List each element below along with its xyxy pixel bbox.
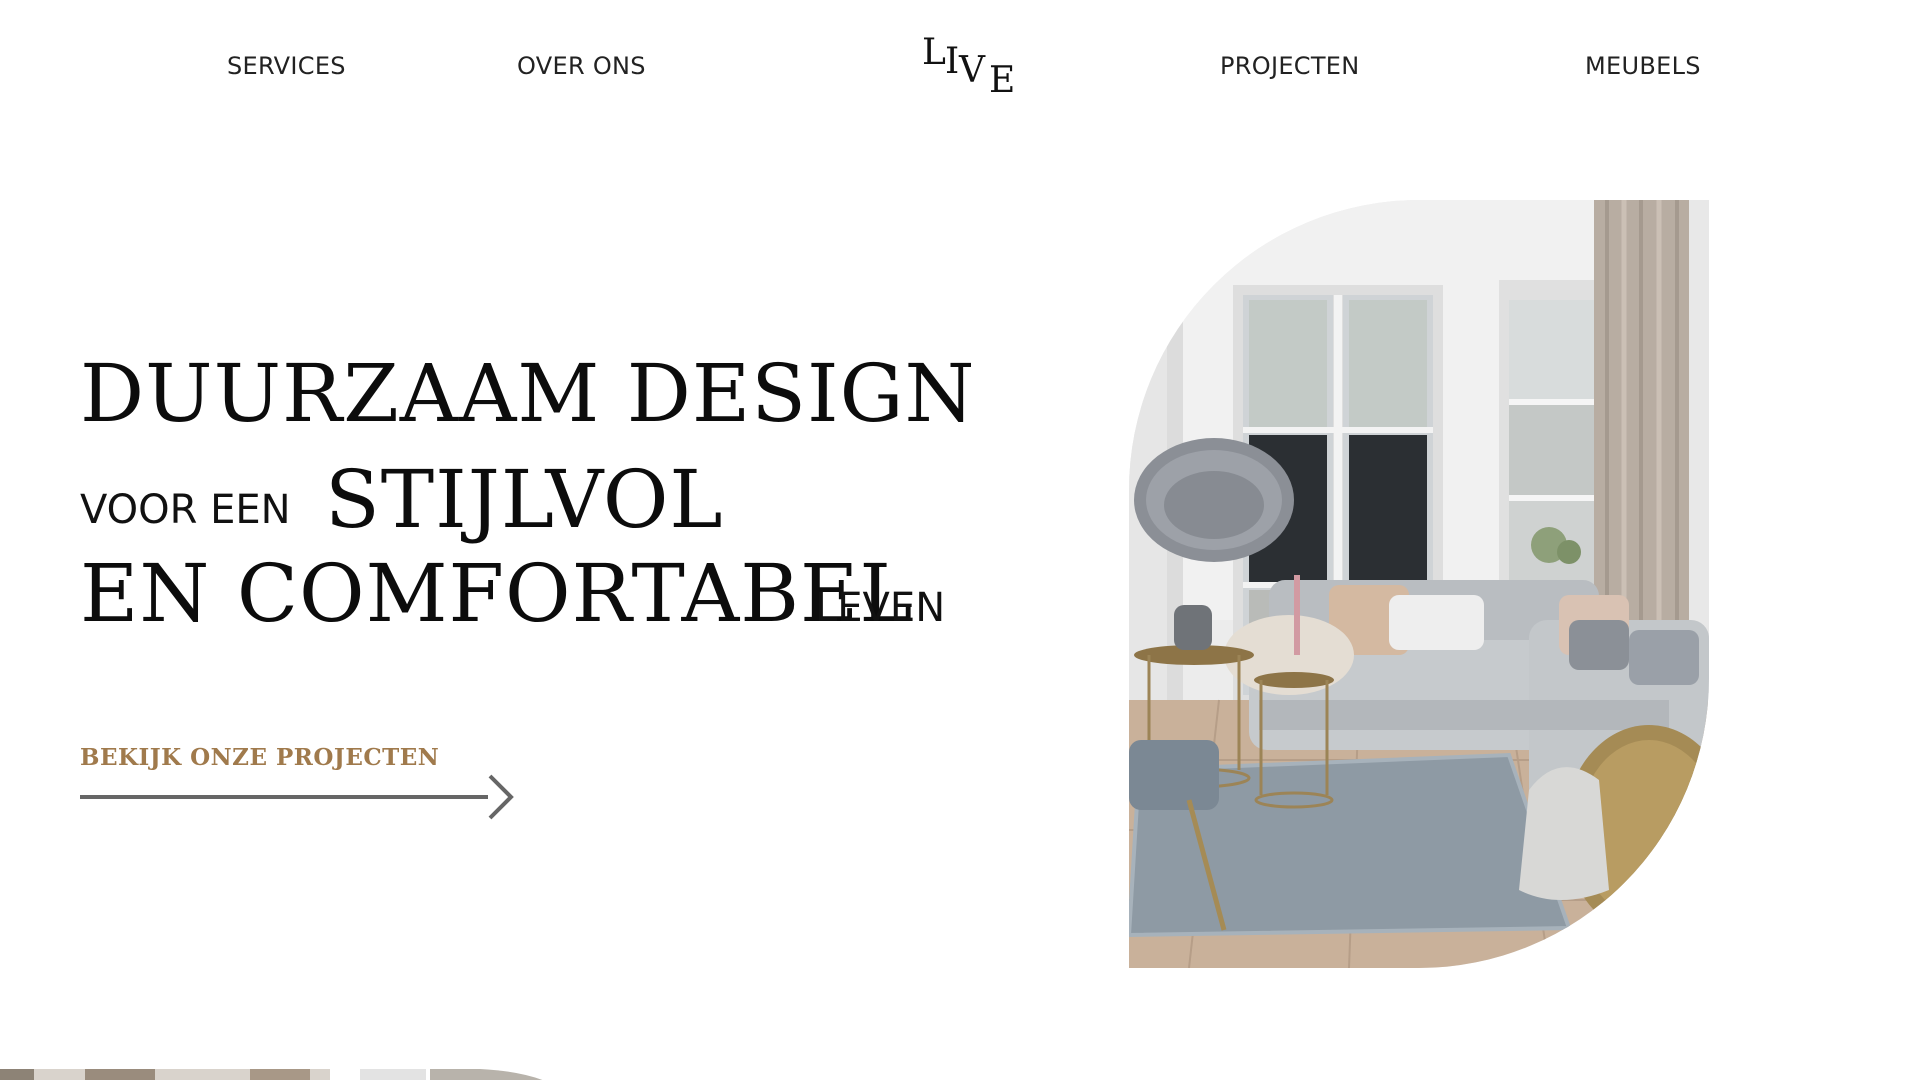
logo-letter: V [959,50,985,91]
view-projects-link[interactable]: BEKIJK ONZE PROJECTEN [80,744,520,822]
nav-link-meubels[interactable]: MEUBELS [1585,52,1701,80]
headline-stijlvol: STIJLVOL [325,453,724,546]
preview-image-icon [0,1069,543,1080]
headline-voor-een: VOOR EEN [80,487,291,533]
living-room-photo-icon [1129,200,1709,968]
nav-link-services[interactable]: SERVICES [227,52,346,80]
logo-letter: I [945,41,960,82]
headline-en-comfortabel: EN COMFORTABEL [80,547,914,640]
nav-link-projecten[interactable]: PROJECTEN [1220,52,1360,80]
site-logo[interactable]: L I V E [915,32,1015,102]
logo-letter: L [922,32,946,73]
arrow-right-icon [80,774,514,820]
hero-headline: DUURZAAM DESIGN VOOR EEN STIJLVOL EN COM… [80,340,1000,640]
headline-leven: LEVEN [815,585,946,631]
logo-letter: E [989,60,1016,101]
hero-living-room-image [1129,200,1709,968]
headline-line-1: DUURZAAM DESIGN [80,347,976,440]
view-projects-label: BEKIJK ONZE PROJECTEN [80,744,440,771]
nav-link-over-ons[interactable]: OVER ONS [517,52,646,80]
next-section-preview [0,1068,560,1080]
